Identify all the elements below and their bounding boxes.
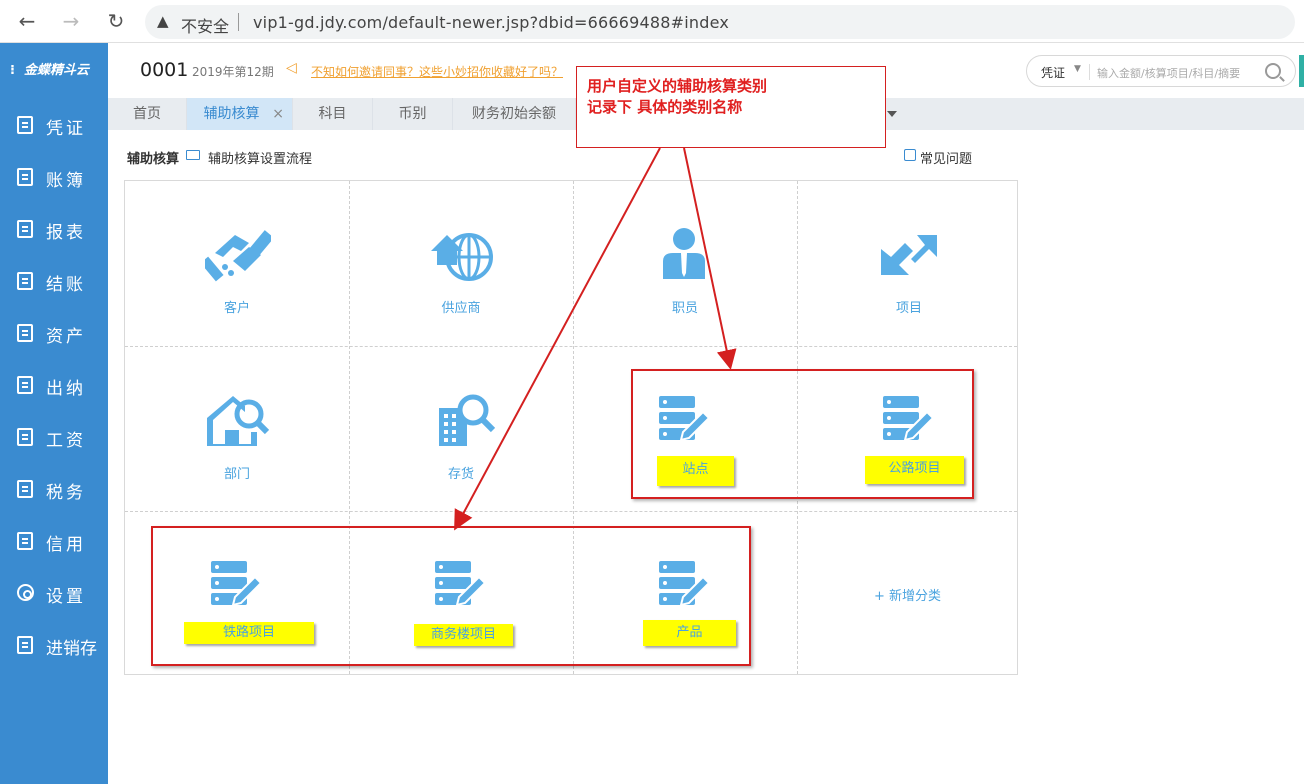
tab-label: 辅助核算	[203, 106, 260, 122]
back-arrow-icon[interactable]: ←	[14, 8, 40, 34]
category-customer[interactable]: 客户	[125, 181, 349, 346]
inventory-search-icon	[439, 394, 495, 446]
account-number[interactable]: 0001	[140, 59, 188, 81]
tab-currency[interactable]: 币别	[373, 98, 453, 130]
category-label: 部门	[223, 467, 250, 482]
sidebar-item-label: 资产	[46, 327, 86, 347]
megaphone-icon: ◁	[286, 60, 297, 76]
tab-home[interactable]: 首页	[108, 98, 187, 130]
department-search-icon	[207, 396, 269, 446]
gear-icon	[17, 584, 34, 601]
sidebar-item-label: 信用	[46, 535, 86, 555]
page-title: 辅助核算	[127, 152, 180, 167]
sidebar-item-label: 税务	[46, 483, 86, 503]
tab-label: 币别	[398, 106, 427, 122]
cashier-icon	[17, 376, 33, 394]
tab-label: 科目	[318, 106, 347, 122]
category-label: 客户	[223, 301, 250, 316]
category-label: 供应商	[441, 301, 481, 316]
url-text[interactable]: vip1-gd.jdy.com/default-newer.jsp?dbid=6…	[253, 13, 729, 32]
category-label: 存货	[447, 467, 474, 482]
insecure-label: 不安全	[181, 17, 230, 36]
video-icon	[186, 150, 200, 160]
tax-icon	[17, 480, 33, 498]
sidebar-item-label: 报表	[46, 223, 86, 243]
globe-house-icon	[431, 233, 493, 281]
inventory-icon	[17, 636, 33, 654]
closing-icon	[17, 272, 33, 290]
sidebar-item-closing[interactable]: 结账	[0, 256, 108, 308]
category-department[interactable]: 部门	[125, 346, 349, 511]
close-icon[interactable]: ×	[272, 98, 284, 130]
chevron-down-icon[interactable]: ▼	[1074, 64, 1081, 74]
forward-arrow-icon[interactable]: →	[58, 8, 84, 34]
sidebar: ⁝ 金蝶精斗云 凭证 账簿 报表 结账 资产 出纳 工资 税务 信用 设置 进销存	[0, 43, 108, 784]
sidebar-item-credit[interactable]: 信用	[0, 516, 108, 568]
sidebar-item-report[interactable]: 报表	[0, 204, 108, 256]
sidebar-item-cashier[interactable]: 出纳	[0, 360, 108, 412]
annotation-box	[151, 526, 751, 666]
sidebar-item-label: 凭证	[46, 119, 86, 139]
tab-subjects[interactable]: 科目	[293, 98, 373, 130]
sidebar-item-label: 出纳	[46, 379, 86, 399]
app-logo[interactable]: ⁝ 金蝶精斗云	[10, 59, 89, 78]
address-bar[interactable]: ▲ 不安全 vip1-gd.jdy.com/default-newer.jsp?…	[145, 5, 1295, 39]
category-label: 项目	[895, 301, 922, 316]
sidebar-item-inventory[interactable]: 进销存	[0, 620, 108, 672]
add-category-button[interactable]: + 新增分类	[874, 585, 941, 604]
sidebar-item-ledger[interactable]: 账簿	[0, 152, 108, 204]
sidebar-item-label: 工资	[46, 431, 86, 451]
help-icon	[904, 149, 916, 161]
annotation-line-2: 记录下 具体的类别名称	[587, 98, 743, 116]
report-icon	[17, 220, 33, 238]
setup-flow-link[interactable]: 辅助核算设置流程	[208, 148, 312, 167]
sidebar-item-voucher[interactable]: 凭证	[0, 100, 108, 152]
notice-link[interactable]: 不知如何邀请同事？这些小妙招你收藏好了吗？	[311, 63, 563, 80]
sidebar-item-label: 结账	[46, 275, 86, 295]
sidebar-item-label: 账簿	[46, 171, 86, 191]
category-inventory[interactable]: 存货	[349, 346, 573, 511]
sidebar-item-tax[interactable]: 税务	[0, 464, 108, 516]
tab-label: 财务初始余额	[472, 106, 556, 122]
tab-label: 首页	[133, 106, 161, 122]
employee-icon	[663, 228, 705, 279]
handshake-icon	[205, 230, 271, 282]
sidebar-item-settings[interactable]: 设置	[0, 568, 108, 620]
search-divider	[1089, 64, 1090, 80]
credit-icon	[17, 532, 33, 550]
annotation-line-1: 用户自定义的辅助核算类别	[587, 77, 768, 95]
category-supplier[interactable]: 供应商	[349, 181, 573, 346]
voucher-icon	[17, 116, 33, 134]
accounting-period[interactable]: 2019年第12期	[192, 63, 274, 80]
logo-icon: ⁝	[10, 63, 15, 78]
project-arrows-icon	[881, 235, 937, 275]
tab-auxiliary-accounting[interactable]: 辅助核算 ×	[187, 98, 293, 130]
faq-link[interactable]: 常见问题	[920, 148, 972, 167]
category-employee[interactable]: 职员	[573, 181, 797, 346]
logo-text: 金蝶精斗云	[24, 63, 90, 78]
tab-initial-balance[interactable]: 财务初始余额	[453, 98, 576, 130]
search-input[interactable]: 输入金额/核算项目/科目/摘要	[1097, 65, 1240, 81]
payroll-icon	[17, 428, 33, 446]
category-label: 职员	[671, 301, 698, 316]
category-project[interactable]: 项目	[797, 181, 1021, 346]
sidebar-item-payroll[interactable]: 工资	[0, 412, 108, 464]
header-side-button[interactable]	[1299, 55, 1304, 87]
annotation-box	[631, 369, 974, 499]
annotation-callout: 用户自定义的辅助核算类别 记录下 具体的类别名称	[576, 66, 886, 148]
ledger-icon	[17, 168, 33, 186]
warning-icon: ▲	[157, 12, 169, 30]
sidebar-item-asset[interactable]: 资产	[0, 308, 108, 360]
browser-toolbar: ← → ↻ ▲ 不安全 vip1-gd.jdy.com/default-newe…	[0, 0, 1304, 43]
search-icon[interactable]	[1265, 63, 1281, 79]
sidebar-item-label: 进销存	[46, 639, 97, 659]
search-type-select[interactable]: 凭证	[1041, 64, 1065, 81]
reload-icon[interactable]: ↻	[103, 8, 129, 34]
address-divider	[238, 13, 239, 31]
sidebar-item-label: 设置	[46, 587, 86, 607]
asset-icon	[17, 324, 33, 342]
global-search[interactable]: 凭证 ▼ 输入金额/核算项目/科目/摘要	[1026, 55, 1296, 87]
